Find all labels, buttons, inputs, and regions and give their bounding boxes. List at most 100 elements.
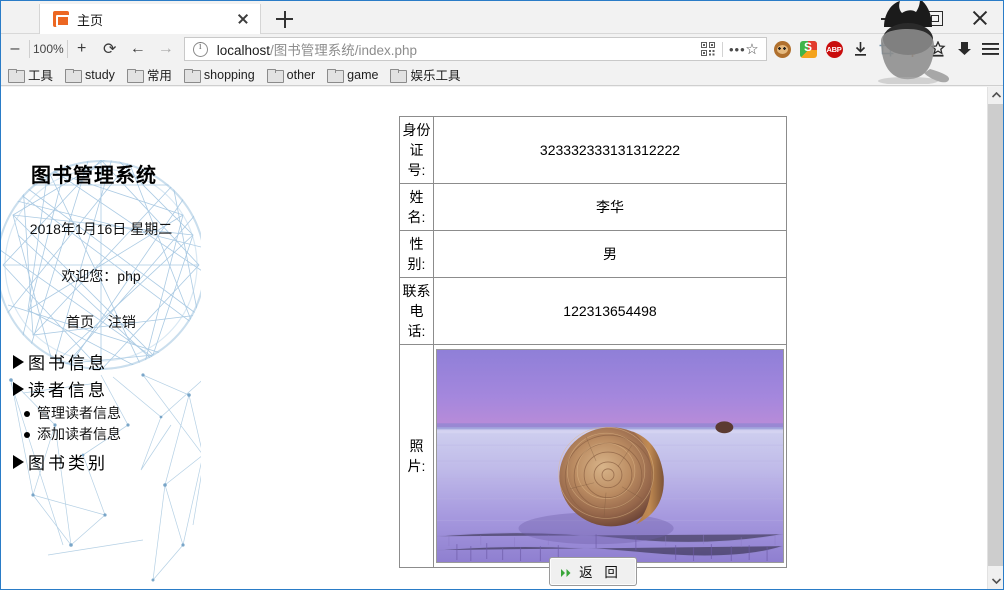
row-label-name: 姓名: [399, 183, 434, 231]
url-text: localhost/图书管理系统/index.php [217, 39, 417, 59]
logout-link[interactable]: 注销 [108, 314, 136, 330]
row-value-photo [433, 344, 787, 568]
sidebar-subnav-reader: 管理读者信息 添加读者信息 [13, 403, 199, 445]
scroll-down-button[interactable] [988, 573, 1003, 589]
menu-icon[interactable] [977, 36, 1003, 62]
bookmark-common[interactable]: 常用 [120, 65, 177, 85]
greasemonkey-icon[interactable] [769, 36, 795, 62]
new-tab-button[interactable] [267, 4, 301, 34]
row-value-name: 李华 [433, 183, 787, 231]
password-key-icon[interactable] [899, 36, 925, 62]
bookmark-label: 娱乐工具 [410, 69, 461, 83]
sidebar-item-book-info[interactable]: 图书信息 [13, 349, 199, 374]
current-date-label: 2018年1月16日 星期二 [29, 221, 173, 237]
reload-button[interactable]: ⟳ [96, 35, 124, 63]
address-bar[interactable]: localhost/图书管理系统/index.php [183, 37, 767, 61]
back-button[interactable]: 返 回 [549, 557, 637, 586]
page-sidebar: 图书管理系统 2018年1月16日 星期二 欢迎您：php 首页 注销 图书信息 [1, 87, 201, 589]
folder-icon [65, 68, 83, 83]
adblock-plus-icon[interactable]: ABP [821, 36, 847, 62]
table-row: 姓名: 李华 [399, 183, 787, 231]
main-content: 身份证号: 323332333131312222 姓名: 李华 性别: 男 联系… [201, 87, 988, 589]
back-button[interactable]: ← [124, 35, 152, 63]
downloads-icon[interactable] [951, 36, 977, 62]
bookmark-label: game [347, 67, 379, 82]
back-button-bar: 返 回 [399, 557, 787, 586]
qr-code-icon[interactable] [701, 42, 715, 56]
row-label-id-number: 身份证号: [399, 116, 434, 184]
bookmark-entertainment-tools[interactable]: 娱乐工具 [383, 65, 465, 85]
add-bookmark-icon[interactable] [925, 36, 951, 62]
double-right-arrow-icon [560, 566, 573, 577]
row-label-photo: 照片: [399, 344, 434, 568]
row-value-phone: 122313654498 [433, 277, 787, 345]
folder-icon [327, 68, 345, 83]
back-button-label: 返 回 [579, 565, 622, 580]
folder-icon [126, 68, 144, 83]
bookmark-tools[interactable]: 工具 [1, 65, 58, 85]
page-actions-icon[interactable]: ••• [722, 41, 745, 57]
browser-window: 主页 – 100% + ⟳ ← → localhost/图书管理系统/index… [0, 0, 1004, 590]
bookmark-label: 常用 [146, 69, 172, 83]
sogou-icon[interactable] [795, 36, 821, 62]
bookmark-study[interactable]: study [58, 65, 120, 85]
scrollbar-thumb[interactable] [988, 104, 1003, 566]
triangle-right-icon [13, 354, 24, 369]
info-icon[interactable] [192, 41, 208, 57]
sidebar-item-reader-info[interactable]: 读者信息 [13, 376, 199, 401]
table-row: 照片: [399, 344, 787, 568]
table-row: 联系电话: 122313654498 [399, 277, 787, 345]
web-page: 图书管理系统 2018年1月16日 星期二 欢迎您：php 首页 注销 图书信息 [1, 87, 988, 589]
bookmark-game[interactable]: game [320, 65, 383, 85]
sidebar-nav: 图书信息 读者信息 管理读者信息 添加读者信息 图书类别 [13, 349, 199, 476]
sidebar-links: 首页 注销 [1, 312, 201, 332]
row-value-gender: 男 [433, 230, 787, 278]
page-viewport: 图书管理系统 2018年1月16日 星期二 欢迎您：php 首页 注销 图书信息 [1, 87, 1003, 589]
url-path: /图书管理系统/index.php [270, 43, 418, 58]
reader-detail-table: 身份证号: 323332333131312222 姓名: 李华 性别: 男 联系… [399, 116, 787, 568]
sidebar-subitem-add-reader[interactable]: 添加读者信息 [24, 424, 199, 445]
table-row: 身份证号: 323332333131312222 [399, 116, 787, 184]
page-scrollbar[interactable] [987, 87, 1003, 589]
reader-photo [436, 349, 784, 563]
welcome-label: 欢迎您：php [61, 268, 141, 284]
bookmark-star-icon[interactable]: ☆ [742, 40, 762, 58]
page-title: 图书管理系统 [31, 165, 157, 187]
triangle-right-icon [13, 454, 24, 469]
navigation-toolbar: – 100% + ⟳ ← → localhost/图书管理系统/index.ph… [1, 34, 1003, 64]
tab-home[interactable]: 主页 [39, 4, 261, 34]
maximize-button[interactable] [911, 1, 957, 34]
sidebar-item-label: 图书信息 [28, 354, 108, 373]
scroll-up-button[interactable] [988, 87, 1003, 104]
window-controls [865, 1, 1003, 34]
folder-icon [390, 68, 408, 83]
tab-title: 主页 [77, 12, 104, 28]
close-tab-icon[interactable] [230, 6, 256, 32]
zoom-in-button[interactable]: + [68, 35, 96, 63]
bookmark-label: shopping [203, 67, 255, 82]
xampp-icon [53, 11, 70, 27]
bookmark-shopping[interactable]: shopping [177, 65, 260, 85]
close-window-button[interactable] [957, 1, 1003, 34]
address-bar-actions: ••• ☆ [694, 40, 766, 58]
folder-icon [8, 68, 25, 83]
forward-button[interactable]: → [152, 35, 180, 63]
folder-icon [183, 68, 201, 83]
zoom-out-button[interactable]: – [1, 35, 29, 63]
sidebar-item-label: 图书类别 [28, 454, 108, 473]
download-icon[interactable] [847, 36, 873, 62]
row-label-phone: 联系电话: [399, 277, 434, 345]
tab-strip: 主页 [1, 1, 1003, 34]
minimize-button[interactable] [865, 1, 911, 34]
sidebar-item-label: 读者信息 [28, 381, 108, 400]
home-link[interactable]: 首页 [66, 314, 94, 330]
url-host: localhost [216, 43, 270, 58]
triangle-right-icon [13, 381, 24, 396]
sidebar-subitem-manage-readers[interactable]: 管理读者信息 [24, 403, 199, 424]
bookmark-other[interactable]: other [260, 65, 321, 85]
screenshot-crop-icon[interactable] [873, 36, 899, 62]
bookmark-label: study [85, 67, 115, 82]
sidebar-item-book-category[interactable]: 图书类别 [13, 449, 199, 474]
row-value-id-number: 323332333131312222 [433, 116, 787, 184]
zoom-level-label[interactable]: 100% [29, 40, 68, 58]
